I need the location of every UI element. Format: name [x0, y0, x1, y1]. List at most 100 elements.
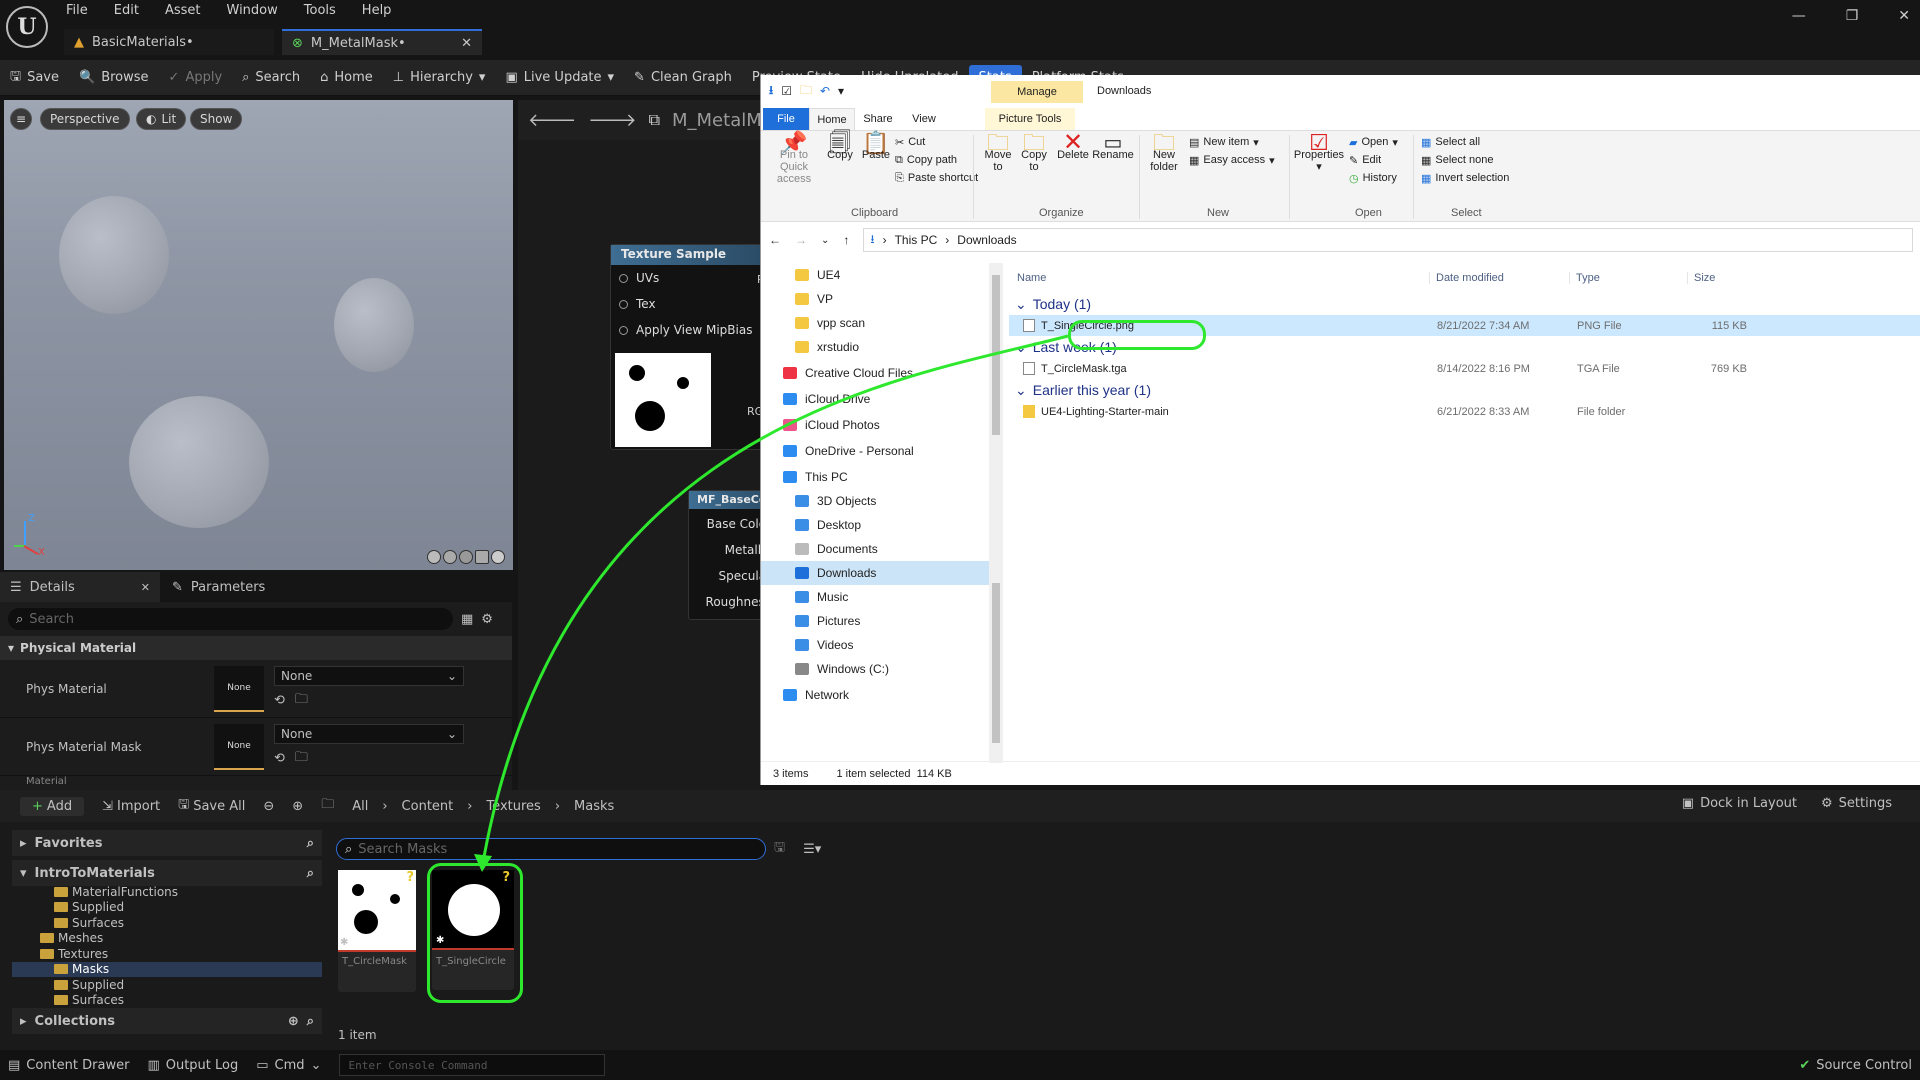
settings-button[interactable]: ⚙ Settings: [1821, 796, 1892, 811]
tab-details[interactable]: ☰ Details ✕: [0, 572, 160, 602]
save-search-icon[interactable]: 🖫: [774, 838, 785, 860]
delete-button[interactable]: ✕ Delete: [1055, 131, 1091, 162]
tab-home[interactable]: Home: [809, 108, 855, 130]
menu-tools[interactable]: Tools: [304, 3, 336, 21]
live-update-button[interactable]: ▣ Live Update ▾: [495, 60, 624, 96]
tab-parameters[interactable]: ✎ Parameters: [160, 580, 277, 595]
tab-picture-tools[interactable]: Picture Tools: [985, 108, 1075, 130]
section-material[interactable]: Material: [0, 776, 512, 784]
pin-mipbias[interactable]: Apply View MipBias: [611, 311, 769, 337]
column-size[interactable]: Size: [1687, 272, 1767, 284]
recent-chevron-icon[interactable]: ⌄: [821, 235, 829, 246]
content-drawer-button[interactable]: ▤ Content Drawer: [8, 1058, 129, 1073]
nav-item-7[interactable]: OneDrive - Personal: [761, 439, 989, 463]
asset-search-input[interactable]: ⌕ Search Masks: [336, 838, 766, 860]
collections-header[interactable]: ▸ Collections ⊕ ⌕: [12, 1008, 322, 1034]
column-date-modified[interactable]: Date modified: [1429, 272, 1569, 284]
home-button[interactable]: ⌂ Home: [310, 60, 383, 96]
hierarchy-button[interactable]: ⊥ Hierarchy ▾: [383, 60, 496, 96]
nav-item-2[interactable]: vpp scan: [761, 311, 989, 335]
viewport-menu-icon[interactable]: ≡: [10, 108, 32, 130]
nav-item-6[interactable]: iCloud Photos: [761, 413, 989, 437]
search-icon[interactable]: ⌕: [307, 866, 314, 881]
menu-asset[interactable]: Asset: [165, 3, 201, 21]
tree-folder-4[interactable]: Textures: [12, 946, 322, 962]
search-button[interactable]: ⌕ Search: [232, 60, 310, 96]
apply-button[interactable]: ✓ Apply: [159, 60, 233, 96]
use-selected-icon[interactable]: ⟲: [274, 751, 285, 766]
tree-folder-7[interactable]: Surfaces: [12, 993, 322, 1009]
nav-item-12[interactable]: Downloads: [761, 561, 989, 585]
tree-folder-3[interactable]: Meshes: [12, 931, 322, 947]
table-view-icon[interactable]: ▦: [461, 612, 473, 627]
sphere-icon[interactable]: [443, 550, 457, 564]
address-bar[interactable]: ⭳ › This PC › Downloads: [863, 228, 1913, 252]
cmd-button[interactable]: ▭ Cmd ⌄: [256, 1058, 321, 1073]
properties-qa-icon[interactable]: ☑: [781, 84, 792, 98]
menu-file[interactable]: File: [66, 3, 88, 21]
minimize-icon[interactable]: —: [1792, 8, 1806, 24]
tree-folder-1[interactable]: Supplied: [12, 900, 322, 916]
file-row[interactable]: T_CircleMask.tga 8/14/2022 8:16 PM TGA Fil…: [1009, 358, 1920, 379]
unreal-logo-icon[interactable]: U: [6, 6, 48, 48]
phys-material-dropdown[interactable]: None ⌄: [274, 665, 464, 686]
new-item-button[interactable]: ▤ New item ▾: [1189, 133, 1275, 151]
asset-tile-circlemask[interactable]: ? ✱ T_CircleMask: [338, 870, 416, 992]
file-group-header[interactable]: ⌄ Today (1): [1009, 293, 1920, 315]
chevron-down-icon[interactable]: ▾: [838, 84, 844, 98]
use-selected-icon[interactable]: ⟲: [274, 693, 285, 708]
phys-material-mask-dropdown[interactable]: None ⌄: [274, 723, 464, 744]
nav-item-4[interactable]: Creative Cloud Files: [761, 361, 989, 385]
back-arrow-icon[interactable]: ←: [769, 233, 781, 247]
close-icon[interactable]: ✕: [461, 36, 472, 51]
nav-item-14[interactable]: Pictures: [761, 609, 989, 633]
breadcrumb-content[interactable]: Content: [402, 799, 454, 814]
asset-thumbnail[interactable]: None: [214, 723, 264, 770]
section-physical-material[interactable]: ▾ Physical Material: [0, 636, 512, 660]
tab-view[interactable]: View: [901, 108, 947, 130]
browse-icon[interactable]: 🗀: [295, 690, 308, 712]
details-search-input[interactable]: ⌕ Search: [8, 608, 453, 630]
plane-icon[interactable]: [459, 550, 473, 564]
menu-help[interactable]: Help: [362, 3, 392, 21]
easy-access-button[interactable]: ▦ Easy access ▾: [1189, 151, 1275, 169]
history-back-icon[interactable]: ⊖: [263, 799, 274, 814]
source-control-button[interactable]: ✔ Source Control: [1799, 1058, 1912, 1073]
clean-graph-button[interactable]: ✎ Clean Graph: [624, 60, 742, 96]
save-all-button[interactable]: 🖫 Save All: [178, 795, 245, 817]
browse-icon[interactable]: 🗀: [295, 748, 308, 770]
cube-icon[interactable]: [475, 550, 489, 564]
copy-path-button[interactable]: ⧉ Copy path: [895, 151, 978, 169]
tab-share[interactable]: Share: [855, 108, 901, 130]
import-button[interactable]: ⇲ Import: [102, 799, 160, 814]
console-input[interactable]: Enter Console Command: [339, 1054, 606, 1076]
tree-folder-5[interactable]: Masks: [12, 961, 322, 977]
select-all-button[interactable]: ▦ Select all: [1421, 133, 1509, 151]
history-button[interactable]: ◷ History: [1349, 169, 1398, 187]
tab-basic-materials[interactable]: ▲ BasicMaterials•: [64, 29, 274, 55]
history-forward-icon[interactable]: ⊕: [292, 799, 303, 814]
browse-button[interactable]: 🔍 Browse: [69, 60, 159, 96]
tree-folder-2[interactable]: Surfaces: [12, 915, 322, 931]
paste-button[interactable]: 📋 Paste: [859, 132, 893, 162]
tab-file[interactable]: File: [763, 108, 809, 130]
nav-item-13[interactable]: Music: [761, 585, 989, 609]
file-group-header[interactable]: ⌄ Earlier this year (1): [1009, 379, 1920, 401]
tree-folder-0[interactable]: MaterialFunctions: [12, 884, 322, 900]
nav-item-16[interactable]: Windows (C:): [761, 657, 989, 681]
select-none-button[interactable]: ▦ Select none: [1421, 151, 1509, 169]
breadcrumb-masks[interactable]: Masks: [574, 799, 614, 814]
nav-item-9[interactable]: 3D Objects: [761, 489, 989, 513]
gear-icon[interactable]: ⚙: [481, 612, 493, 627]
properties-button[interactable]: ☑ Properties ▾: [1293, 132, 1345, 174]
dock-in-layout-button[interactable]: ▣ Dock in Layout: [1682, 796, 1797, 811]
close-window-icon[interactable]: ✕: [1898, 8, 1910, 24]
asset-thumbnail[interactable]: None: [214, 665, 264, 712]
undo-icon[interactable]: ↶: [820, 84, 830, 98]
nav-item-10[interactable]: Desktop: [761, 513, 989, 537]
address-this-pc[interactable]: This PC: [895, 233, 938, 247]
nav-item-1[interactable]: VP: [761, 287, 989, 311]
maximize-icon[interactable]: ❐: [1846, 8, 1859, 24]
edit-button[interactable]: ✎ Edit: [1349, 151, 1398, 169]
lit-button[interactable]: ◐ Lit: [136, 108, 187, 130]
